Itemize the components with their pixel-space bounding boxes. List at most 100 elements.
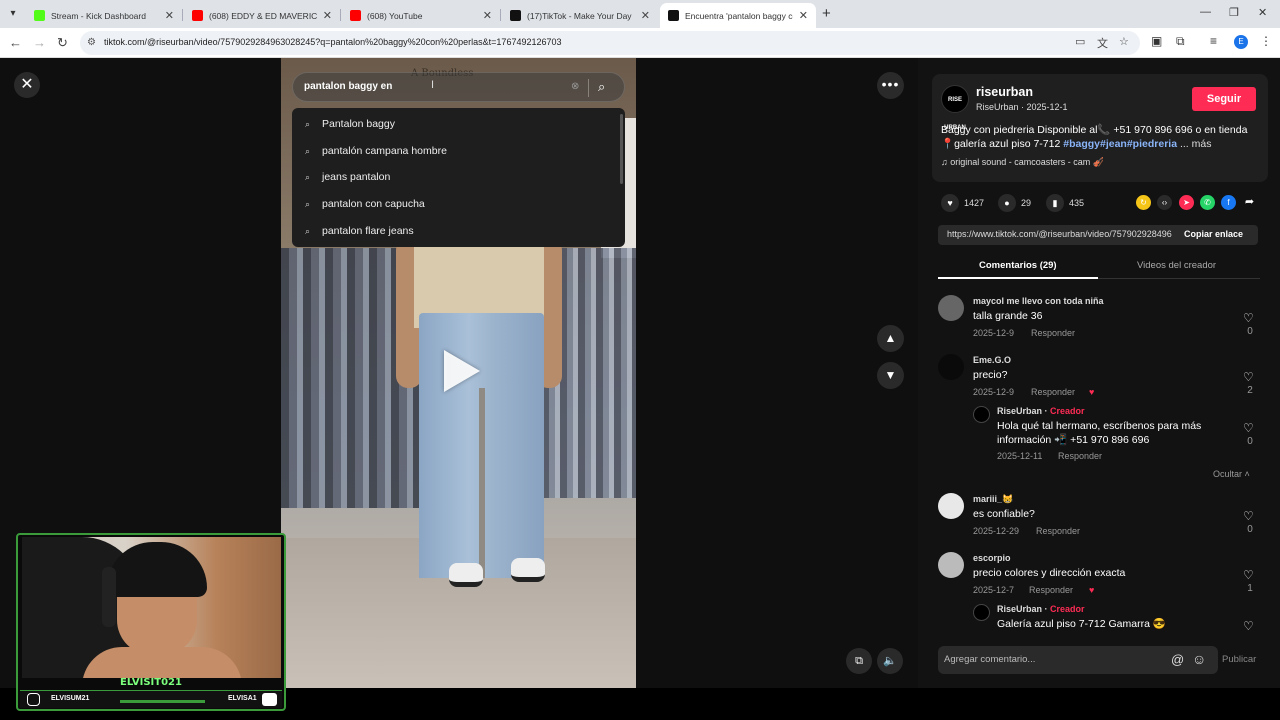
whatsapp-icon[interactable]: ✆ <box>1200 195 1215 210</box>
close-tab-icon[interactable]: ✕ <box>641 9 650 22</box>
suggestion-text: pantalon con capucha <box>322 198 425 210</box>
comment-author[interactable]: RiseUrban · Creador <box>997 604 1085 614</box>
menu-kebab-icon[interactable]: ⋮ <box>1260 34 1272 48</box>
search-query-text[interactable]: pantalon baggy en <box>304 81 392 92</box>
save-button[interactable]: ▮ 435 <box>1046 194 1084 212</box>
emoji-icon[interactable]: ☺ <box>1192 651 1206 667</box>
facebook-icon[interactable]: f <box>1221 195 1236 210</box>
more-link[interactable]: ... más <box>1180 138 1212 150</box>
comment-author[interactable]: maycol me llevo con toda niña <box>973 296 1104 306</box>
reply-button[interactable]: Responder <box>1031 387 1075 397</box>
heart-icon[interactable]: ♡ <box>1243 370 1254 384</box>
next-video-icon[interactable]: ▼ <box>877 362 904 389</box>
tab-search-menu-icon[interactable]: ▾ <box>4 5 22 23</box>
search-input[interactable]: pantalon baggy en I ⊗ ⌕ <box>292 72 625 102</box>
url-text[interactable]: tiktok.com/@riseurban/video/757902928496… <box>104 37 562 47</box>
reply-button[interactable]: Responder <box>1031 328 1075 338</box>
creator-username[interactable]: riseurban <box>976 85 1033 99</box>
comment-item: mariii_😸 es confiable? 2025-12-29 Respon… <box>918 493 1280 543</box>
media-icon[interactable]: ≡ <box>1210 34 1217 48</box>
send-icon[interactable]: ➤ <box>1179 195 1194 210</box>
previous-video-icon[interactable]: ▲ <box>877 325 904 352</box>
back-icon[interactable]: ← <box>9 35 22 50</box>
creator-avatar[interactable]: RISE URBAN <box>941 85 969 131</box>
cast-icon[interactable]: ▭ <box>1075 35 1085 48</box>
comment-button[interactable]: ● 29 <box>998 194 1031 212</box>
browser-tab-tiktok[interactable]: (17)TikTok - Make Your Day ✕ <box>502 3 658 28</box>
follow-button[interactable]: Seguir <box>1192 87 1256 111</box>
repost-icon[interactable]: ↻ <box>1136 195 1151 210</box>
address-bar[interactable]: ⚙ tiktok.com/@riseurban/video/7579029284… <box>80 31 1140 55</box>
clear-search-icon[interactable]: ⊗ <box>571 81 579 92</box>
comment-count: 29 <box>1021 198 1032 208</box>
like-button[interactable]: ♥ 1427 <box>941 194 984 212</box>
browser-tab-kick[interactable]: Stream - Kick Dashboard ✕ <box>26 3 182 28</box>
heart-icon[interactable]: ♡ <box>1243 509 1254 523</box>
close-tab-icon[interactable]: ✕ <box>799 9 808 22</box>
close-viewer-button[interactable]: ✕ <box>14 72 40 98</box>
share-icon[interactable]: ➦ <box>1242 195 1257 210</box>
bookmark-star-icon[interactable]: ☆ <box>1119 35 1129 48</box>
comment-author[interactable]: escorpio <box>973 553 1011 563</box>
browser-tab-youtube[interactable]: (608) YouTube ✕ <box>342 3 500 28</box>
heart-icon[interactable]: ♡ <box>1243 568 1254 582</box>
share-link-text[interactable]: https://www.tiktok.com/@riseurban/video/… <box>947 229 1172 239</box>
extension-icon[interactable]: ▣ <box>1151 34 1162 48</box>
volume-icon[interactable]: 🔈 <box>877 648 903 674</box>
picture-in-picture-icon[interactable]: ⧉ <box>846 648 872 674</box>
puzzle-icon[interactable]: ⧉ <box>1176 34 1185 49</box>
music-info[interactable]: ♫ original sound - camcoasters - cam 🎻 <box>941 157 1104 168</box>
avatar[interactable] <box>938 552 964 578</box>
hide-replies-button[interactable]: Ocultar ˄ <box>1213 469 1250 479</box>
publish-button[interactable]: Publicar <box>1222 654 1256 665</box>
minimize-icon[interactable]: — <box>1200 6 1211 18</box>
new-tab-button[interactable]: + <box>822 5 831 22</box>
site-info-icon[interactable]: ⚙ <box>87 37 99 49</box>
close-tab-icon[interactable]: ✕ <box>323 9 332 22</box>
hashtags[interactable]: #baggy#jean#piedreria <box>1063 138 1177 150</box>
avatar[interactable] <box>938 493 964 519</box>
avatar[interactable] <box>973 406 990 423</box>
translate-icon[interactable]: 文 <box>1097 35 1108 51</box>
embed-icon[interactable]: ‹› <box>1157 195 1172 210</box>
mention-icon[interactable]: @ <box>1171 652 1184 667</box>
reply-button[interactable]: Responder <box>1036 526 1080 536</box>
comment-input[interactable]: Agregar comentario... @ ☺ <box>938 646 1218 674</box>
comment-text: precio colores y dirección exacta <box>973 567 1126 579</box>
play-icon[interactable] <box>444 350 480 392</box>
suggestion-item[interactable]: ⌕ pantalon flare jeans <box>292 219 625 245</box>
tab-comments[interactable]: Comentarios (29) <box>979 260 1057 271</box>
browser-tab-youtube-eddy[interactable]: (608) EDDY & ED MAVERICK - C ✕ <box>184 3 340 28</box>
copy-link-button[interactable]: Copiar enlace <box>1184 229 1243 239</box>
reply-author-name[interactable]: RiseUrban <box>997 604 1042 614</box>
avatar[interactable] <box>973 604 990 621</box>
suggestions-scrollbar[interactable] <box>620 114 623 184</box>
comment-author[interactable]: RiseUrban · Creador <box>997 406 1085 416</box>
reload-icon[interactable]: ↻ <box>57 35 68 51</box>
tab-title: Encuentra 'pantalon baggy con <box>685 10 793 21</box>
suggestion-item[interactable]: ⌕ Pantalon baggy <box>292 112 625 138</box>
search-icon[interactable]: ⌕ <box>598 79 605 95</box>
more-options-icon[interactable]: ••• <box>877 72 904 99</box>
comment-author[interactable]: Eme.G.O <box>973 355 1011 365</box>
heart-icon[interactable]: ♡ <box>1243 421 1254 435</box>
reply-button[interactable]: Responder <box>1029 585 1073 595</box>
restore-icon[interactable]: ❐ <box>1229 6 1239 19</box>
forward-icon[interactable]: → <box>33 35 46 50</box>
close-tab-icon[interactable]: ✕ <box>483 9 492 22</box>
suggestion-item[interactable]: ⌕ pantalon con capucha <box>292 192 625 218</box>
heart-icon[interactable]: ♡ <box>1243 311 1254 325</box>
heart-icon[interactable]: ♡ <box>1243 619 1254 631</box>
profile-avatar[interactable]: E <box>1234 35 1248 49</box>
suggestion-item[interactable]: ⌕ pantalón campana hombre <box>292 139 625 165</box>
reply-button[interactable]: Responder <box>1058 451 1102 461</box>
close-tab-icon[interactable]: ✕ <box>165 9 174 22</box>
avatar[interactable] <box>938 295 964 321</box>
close-window-icon[interactable]: ✕ <box>1258 6 1267 19</box>
suggestion-item[interactable]: ⌕ jeans pantalon <box>292 165 625 191</box>
browser-tab-tiktok-search[interactable]: Encuentra 'pantalon baggy con ✕ <box>660 3 816 28</box>
tab-creator-videos[interactable]: Videos del creador <box>1137 260 1216 271</box>
reply-author-name[interactable]: RiseUrban <box>997 406 1042 416</box>
avatar[interactable] <box>938 354 964 380</box>
comment-author[interactable]: mariii_😸 <box>973 494 1013 505</box>
